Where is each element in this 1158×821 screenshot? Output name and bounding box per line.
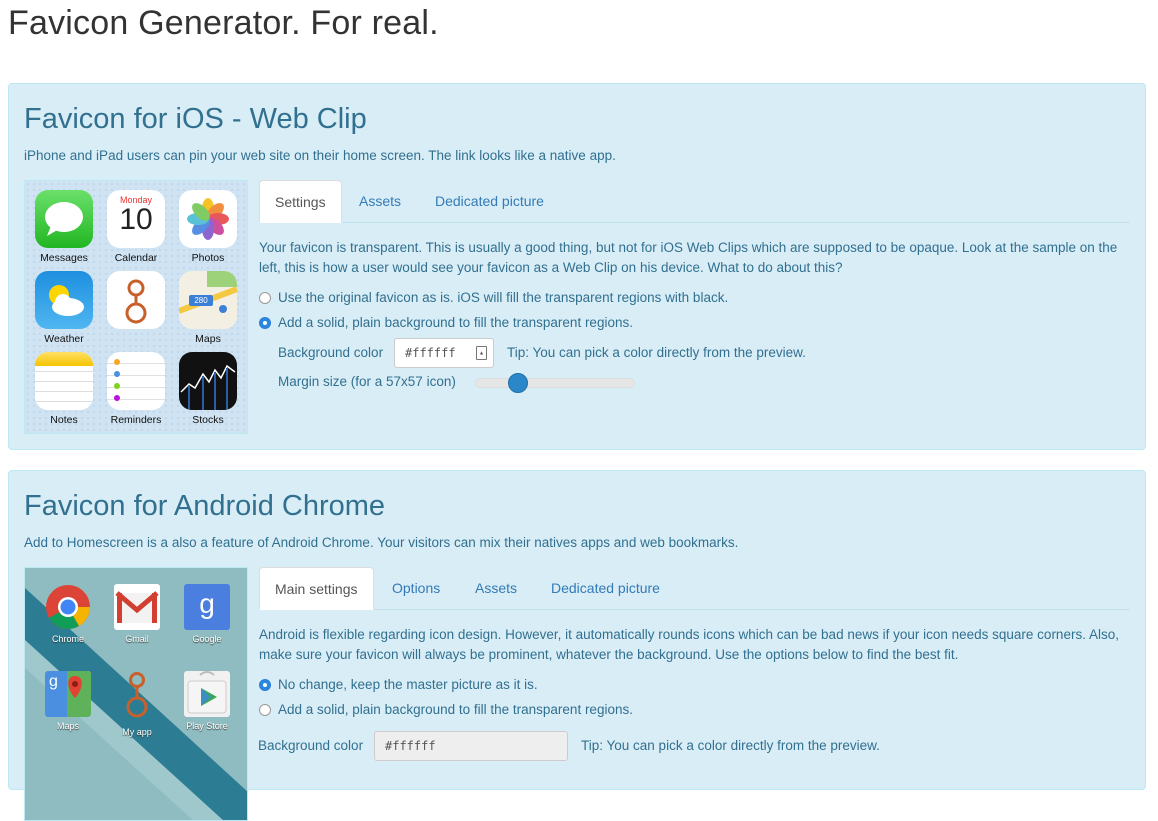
app-label: Messages [40, 252, 88, 264]
app-label: Stocks [192, 414, 224, 426]
option-label: No change, keep the master picture as it… [278, 677, 538, 692]
ios-tabs: Settings Assets Dedicated picture [259, 180, 1130, 223]
gmail-icon [114, 584, 160, 630]
app-label: Chrome [51, 634, 84, 644]
notes-icon [35, 352, 93, 410]
ios-option-original[interactable]: Use the original favicon as is. iOS will… [259, 290, 728, 305]
photos-icon [179, 190, 237, 248]
maps-glyph: g [49, 673, 58, 690]
background-color-tip: Tip: You can pick a color directly from … [581, 738, 880, 753]
stocks-app: Stocks [178, 352, 238, 426]
play-store-icon [184, 671, 230, 717]
margin-size-label: Margin size (for a 57x57 icon) [278, 374, 456, 389]
android-option-no-change[interactable]: No change, keep the master picture as it… [259, 677, 538, 692]
play-store-app: Play Store [177, 671, 237, 731]
tab-options[interactable]: Options [377, 567, 455, 608]
calendar-icon: Monday 10 [107, 190, 165, 248]
app-label: Notes [50, 414, 78, 426]
my-app [106, 271, 166, 333]
chrome-icon [45, 584, 91, 630]
background-color-input[interactable]: #ffffff [374, 731, 568, 761]
tab-assets[interactable]: Assets [344, 180, 416, 221]
app-label: Google [192, 634, 222, 644]
photos-app: Photos [178, 190, 238, 264]
tab-dedicated-picture[interactable]: Dedicated picture [420, 180, 559, 221]
option-label: Add a solid, plain background to fill th… [278, 315, 633, 330]
ios-option-solid[interactable]: Add a solid, plain background to fill th… [259, 315, 633, 330]
google-glyph: g [199, 588, 215, 619]
android-chrome-panel: Favicon for Android Chrome Add to Homesc… [8, 470, 1146, 821]
calendar-date: 10 [119, 203, 153, 236]
android-tabs: Main settings Options Assets Dedicated p… [259, 567, 1130, 610]
ios-transparency-message: Your favicon is transparent. This is usu… [259, 240, 1118, 275]
margin-slider-handle[interactable] [508, 373, 529, 393]
app-label: My app [122, 727, 152, 737]
ios-panel-description: iPhone and iPad users can pin your web s… [24, 148, 616, 163]
notes-app: Notes [34, 352, 94, 426]
app-label: Weather [44, 333, 84, 345]
map-road-badge: 280 [194, 296, 208, 305]
gmail-app: Gmail [107, 584, 167, 644]
app-label: Gmail [125, 634, 149, 644]
android-my-app: My app [107, 671, 167, 737]
google-icon: g [184, 584, 230, 630]
messages-icon [35, 190, 93, 248]
app-label: Photos [191, 252, 225, 264]
radio-solid[interactable] [259, 316, 271, 329]
app-label: Reminders [110, 414, 162, 426]
app-label: Play Store [186, 721, 228, 731]
tab-assets[interactable]: Assets [460, 567, 532, 608]
android-design-message: Android is flexible regarding icon desig… [259, 627, 1119, 662]
option-label: Use the original favicon as is. iOS will… [278, 290, 729, 305]
ios-panel-title: Favicon for iOS - Web Clip [24, 103, 367, 135]
android-panel-description: Add to Homescreen is a also a feature of… [24, 535, 739, 550]
background-color-input[interactable]: #ffffff ▴ [394, 338, 494, 368]
maps-app: 280 Maps [178, 271, 238, 345]
option-label: Add a solid, plain background to fill th… [278, 702, 633, 717]
background-color-tip: Tip: You can pick a color directly from … [507, 345, 806, 360]
radio-original[interactable] [259, 291, 271, 304]
tab-main-settings[interactable]: Main settings [259, 567, 374, 610]
radio-solid[interactable] [259, 703, 271, 716]
radio-no-change[interactable] [259, 678, 271, 691]
color-value: #ffffff [405, 346, 456, 360]
my-app-icon [114, 671, 160, 723]
app-label: Maps [195, 333, 221, 345]
my-app-icon [107, 271, 165, 329]
stocks-icon [179, 352, 237, 410]
tab-dedicated-picture[interactable]: Dedicated picture [536, 567, 675, 608]
android-home-screen-preview: Chrome Gmail g Google g Maps My app Play… [24, 567, 248, 821]
color-value: #ffffff [385, 739, 436, 753]
chrome-app: Chrome [38, 584, 98, 644]
messages-app: Messages [34, 190, 94, 264]
app-label: Maps [56, 721, 79, 731]
app-label: Calendar [114, 252, 158, 264]
ios-webclip-panel: Favicon for iOS - Web Clip iPhone and iP… [8, 83, 1146, 450]
android-option-solid[interactable]: Add a solid, plain background to fill th… [259, 702, 633, 717]
page-title: Favicon Generator. For real. [8, 4, 439, 42]
google-app: g Google [177, 584, 237, 644]
calendar-app: Monday 10 Calendar [106, 190, 166, 264]
weather-app: Weather [34, 271, 94, 345]
margin-size-slider[interactable] [475, 378, 635, 388]
reminders-app: Reminders [106, 352, 166, 426]
maps-icon: 280 [179, 271, 237, 329]
weather-icon [35, 271, 93, 329]
reminders-icon [107, 352, 165, 410]
maps-icon: g [45, 671, 91, 717]
android-panel-title: Favicon for Android Chrome [24, 490, 386, 522]
tab-settings[interactable]: Settings [259, 180, 342, 223]
color-picker-icon[interactable]: ▴ [476, 346, 487, 360]
android-maps-app: g Maps [38, 671, 98, 731]
ios-home-screen-preview: Messages Monday 10 Calendar Photos Weath… [24, 180, 248, 434]
background-color-label: Background color [258, 738, 364, 753]
background-color-label: Background color [278, 345, 384, 360]
